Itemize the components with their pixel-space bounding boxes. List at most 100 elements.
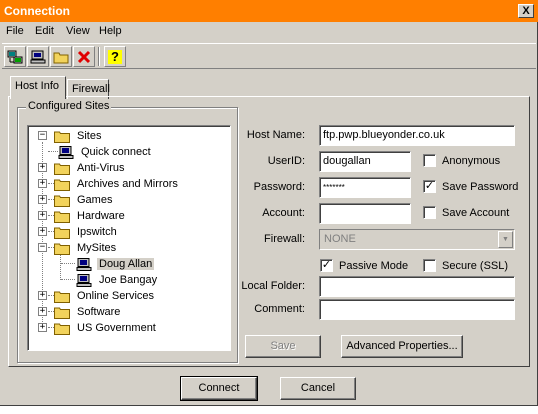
tree-item[interactable]: + Archives and Mirrors <box>28 176 180 192</box>
secure-ssl-checkbox[interactable]: Secure (SSL) <box>423 259 508 272</box>
folder-toolbar-button[interactable] <box>50 46 72 67</box>
tree-item-label: Anti-Virus <box>77 162 125 174</box>
passive-mode-label: Passive Mode <box>339 259 409 272</box>
connect-toolbar-button[interactable] <box>4 46 26 67</box>
folder-icon <box>54 227 70 239</box>
delete-icon <box>77 50 91 63</box>
folder-icon <box>53 52 69 63</box>
expand-expander[interactable]: + <box>38 195 47 204</box>
account-label: Account: <box>262 207 305 219</box>
title-bar[interactable]: Connection X <box>0 0 538 22</box>
save-account-checkbox[interactable]: Save Account <box>423 206 509 219</box>
folder-icon <box>54 195 70 207</box>
expand-expander[interactable]: + <box>38 307 47 316</box>
tree-item-label: Online Services <box>77 290 155 302</box>
anonymous-checkbox[interactable]: Anonymous <box>423 154 500 167</box>
password-field[interactable]: ******* <box>319 177 411 198</box>
save-button[interactable]: Save <box>245 335 321 358</box>
save-password-checkbox[interactable]: ✓ Save Password <box>423 180 518 193</box>
connect-icon <box>7 50 23 63</box>
expand-expander[interactable]: + <box>38 227 47 236</box>
menu-view[interactable]: View <box>66 25 90 37</box>
tree-item-label: Joe Bangay <box>99 274 158 286</box>
tree-item[interactable]: + Software <box>28 304 122 320</box>
cancel-button[interactable]: Cancel <box>280 377 356 400</box>
chevron-down-icon[interactable]: ▼ <box>498 231 513 248</box>
tree-item-label: MySites <box>77 242 117 254</box>
firewall-label: Firewall: <box>264 233 305 245</box>
folder-icon <box>54 211 70 223</box>
host-name-label: Host Name: <box>246 129 305 141</box>
secure-ssl-box[interactable] <box>423 259 436 272</box>
tab-host-info[interactable]: Host Info <box>10 76 66 99</box>
computer-toolbar-button[interactable] <box>27 46 49 67</box>
tree-item[interactable]: + Hardware <box>28 208 127 224</box>
comment-field[interactable] <box>319 299 515 320</box>
menu-help[interactable]: Help <box>99 25 122 37</box>
expand-expander[interactable]: + <box>38 163 47 172</box>
local-folder-label: Local Folder: <box>241 280 305 292</box>
delete-toolbar-button[interactable] <box>73 46 95 67</box>
firewall-select[interactable]: NONE ▼ <box>319 229 515 250</box>
account-field[interactable] <box>319 203 411 224</box>
folder-icon <box>54 163 70 175</box>
anonymous-label: Anonymous <box>442 154 501 167</box>
tree-item-label: Sites <box>77 130 102 142</box>
save-account-box[interactable] <box>423 206 436 219</box>
menu-edit[interactable]: Edit <box>35 25 54 37</box>
userid-field[interactable]: dougallan <box>319 151 411 172</box>
local-folder-field[interactable] <box>319 276 515 297</box>
help-icon: ? <box>108 49 122 64</box>
comment-label: Comment: <box>254 303 305 315</box>
expand-expander[interactable]: + <box>38 211 47 220</box>
save-password-box[interactable]: ✓ <box>423 180 436 193</box>
tree-item[interactable]: Quick connect <box>58 144 153 160</box>
sites-tree[interactable]: − Sites Quick connect + Anti-Virus + Arc… <box>27 125 231 351</box>
host-name-field[interactable]: ftp.pwp.blueyonder.co.uk <box>319 125 515 146</box>
tree-item-label: Doug Allan <box>97 258 155 270</box>
menu-file[interactable]: File <box>6 25 24 37</box>
collapse-expander[interactable]: − <box>38 131 47 140</box>
tree-item-label: US Government <box>77 322 156 334</box>
tree-item-label: Ipswitch <box>77 226 117 238</box>
close-button[interactable]: X <box>518 4 534 18</box>
expand-expander[interactable]: + <box>38 179 47 188</box>
computer-icon <box>76 257 92 271</box>
menu-bar: File Edit View Help <box>0 22 538 42</box>
secure-ssl-label: Secure (SSL) <box>442 259 509 272</box>
connection-dialog: Connection X File Edit View Help ? Host … <box>0 0 538 406</box>
tree-item[interactable]: + US Government <box>28 320 158 336</box>
tree-item[interactable]: − Sites <box>28 128 103 144</box>
folder-icon <box>54 291 70 303</box>
firewall-value: NONE <box>324 233 356 245</box>
expand-expander[interactable]: + <box>38 323 47 332</box>
tree-item-label: Quick connect <box>81 146 151 158</box>
help-toolbar-button[interactable]: ? <box>104 46 126 67</box>
tree-item[interactable]: + Anti-Virus <box>28 160 126 176</box>
collapse-expander[interactable]: − <box>38 243 47 252</box>
tree-item[interactable]: + Games <box>28 192 114 208</box>
tree-item[interactable]: − MySites <box>28 240 118 256</box>
advanced-properties-button[interactable]: Advanced Properties... <box>341 335 463 358</box>
tree-item-label: Games <box>77 194 113 206</box>
window-title: Connection <box>4 4 70 18</box>
computer-icon <box>76 273 92 287</box>
password-label: Password: <box>253 181 305 193</box>
desktop-background <box>0 406 538 414</box>
tree-item-selected[interactable]: Doug Allan <box>76 256 155 272</box>
passive-mode-box[interactable]: ✓ <box>320 259 333 272</box>
passive-mode-checkbox[interactable]: ✓ Passive Mode <box>320 259 408 272</box>
anonymous-box[interactable] <box>423 154 436 167</box>
tree-item[interactable]: + Online Services <box>28 288 156 304</box>
tree-item[interactable]: + Ipswitch <box>28 224 119 240</box>
save-account-label: Save Account <box>442 206 510 219</box>
tree-item-label: Software <box>77 306 121 318</box>
tree-item[interactable]: Joe Bangay <box>76 272 159 288</box>
tree-item-label: Archives and Mirrors <box>77 178 178 190</box>
toolbar-separator <box>98 47 100 66</box>
expand-expander[interactable]: + <box>38 291 47 300</box>
folder-icon <box>54 131 70 143</box>
userid-label: UserID: <box>267 155 305 167</box>
connect-button[interactable]: Connect <box>180 376 258 401</box>
folder-open-icon <box>54 243 70 255</box>
